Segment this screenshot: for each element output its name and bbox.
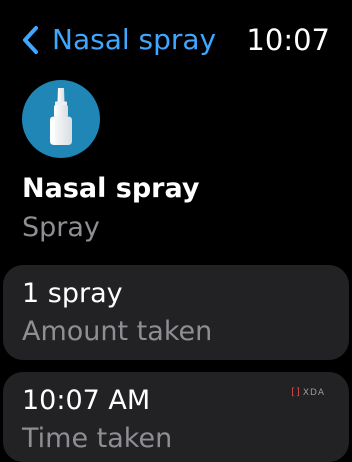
time-taken-card[interactable]: 10:07 AM Time taken: [3, 372, 349, 462]
medication-form: Spray: [22, 212, 100, 243]
time-caption: Time taken: [22, 423, 173, 454]
amount-value: 1 spray: [22, 278, 123, 309]
chevron-left-icon: [23, 26, 38, 54]
watermark-text: XDA: [302, 387, 325, 398]
nasal-spray-bottle-icon: [22, 80, 100, 158]
watermark-bracket-icon: []: [291, 387, 301, 398]
amount-taken-card[interactable]: 1 spray Amount taken: [3, 265, 349, 360]
amount-caption: Amount taken: [22, 316, 213, 347]
header: Nasal spray 10:07: [0, 0, 352, 80]
back-button-label: Nasal spray: [52, 23, 217, 56]
medication-name: Nasal spray: [22, 173, 200, 204]
time-value: 10:07 AM: [22, 385, 151, 416]
watermark: [] XDA: [291, 387, 325, 398]
back-button[interactable]: Nasal spray: [20, 21, 216, 59]
clock: 10:07: [246, 23, 330, 57]
